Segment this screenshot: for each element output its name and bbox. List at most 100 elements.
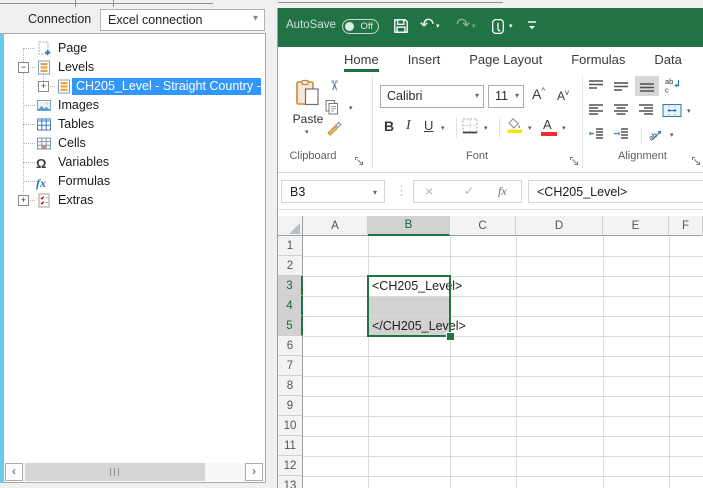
tree-item-levels[interactable]: − Levels — [0, 58, 261, 77]
select-all-corner[interactable] — [278, 216, 303, 236]
tab-page-layout[interactable]: Page Layout — [469, 52, 542, 72]
undo-menu-arrow[interactable]: ▾ — [436, 22, 440, 30]
orientation-button[interactable]: ab — [647, 126, 666, 148]
wrap-text-button[interactable]: ab c — [664, 77, 683, 99]
decrease-indent-button[interactable] — [587, 126, 605, 147]
font-size-value: 11 — [495, 89, 508, 103]
borders-button[interactable] — [462, 118, 479, 140]
font-color-button[interactable]: A — [541, 117, 557, 136]
clipboard-dialog-launcher[interactable] — [354, 153, 364, 165]
tree-item-extras[interactable]: + Extras — [0, 191, 261, 210]
column-header-b[interactable]: B — [368, 216, 450, 236]
cancel-button[interactable]: × — [425, 183, 433, 199]
tree-item-variables[interactable]: Ω Variables — [0, 153, 261, 172]
column-header-e[interactable]: E — [603, 216, 669, 236]
tab-data[interactable]: Data — [654, 52, 681, 72]
font-color-menu-arrow[interactable]: ▾ — [562, 124, 566, 132]
collapse-box[interactable]: − — [18, 62, 29, 73]
font-size-combo[interactable]: 11 ▾ — [488, 85, 524, 108]
fill-handle[interactable] — [446, 332, 455, 341]
font-name-combo[interactable]: Calibri ▾ — [380, 85, 484, 108]
expand-box[interactable]: + — [18, 195, 29, 206]
row-header-13[interactable]: 13 — [278, 476, 303, 488]
row-header-3[interactable]: 3 — [278, 276, 303, 296]
scrollbar-thumb[interactable] — [25, 463, 205, 481]
copy-menu-arrow[interactable]: ▾ — [349, 104, 353, 112]
customize-quick-access-button[interactable] — [526, 18, 538, 38]
formula-input[interactable]: <CH205_Level> — [528, 180, 703, 203]
expand-box[interactable]: + — [38, 81, 49, 92]
row-header-1[interactable]: 1 — [278, 236, 303, 256]
shrink-font-button[interactable]: Av — [557, 88, 569, 103]
format-painter-button[interactable] — [325, 118, 344, 142]
increase-indent-button[interactable] — [612, 126, 630, 147]
bold-button[interactable]: B — [384, 118, 394, 134]
name-box-arrow[interactable]: ▾ — [373, 188, 377, 197]
row-header-10[interactable]: 10 — [278, 416, 303, 436]
tree-horizontal-scrollbar[interactable]: ‹ › — [5, 463, 263, 481]
tree-item-formulas[interactable]: fx Formulas — [0, 172, 261, 191]
connection-dropdown[interactable]: Excel connection ▾ — [100, 9, 265, 31]
align-top-button[interactable] — [587, 78, 605, 99]
orientation-menu-arrow[interactable]: ▾ — [670, 131, 674, 139]
column-header-d[interactable]: D — [516, 216, 603, 236]
touch-mouse-mode-button[interactable] — [490, 18, 506, 40]
merge-center-menu-arrow[interactable]: ▾ — [687, 107, 691, 115]
autosave-toggle[interactable]: Off — [342, 19, 379, 34]
row-header-12[interactable]: 12 — [278, 456, 303, 476]
row-header-6[interactable]: 6 — [278, 336, 303, 356]
italic-button[interactable]: I — [406, 118, 411, 134]
save-button[interactable] — [392, 17, 410, 40]
fill-color-button[interactable] — [506, 117, 524, 140]
tree-item-cells[interactable]: Cells — [0, 134, 261, 153]
row-header-11[interactable]: 11 — [278, 436, 303, 456]
paste-menu-arrow[interactable]: ▾ — [305, 128, 309, 136]
align-left-button[interactable] — [587, 102, 605, 123]
row-header-9[interactable]: 9 — [278, 396, 303, 416]
name-box[interactable]: B3 ▾ — [281, 180, 385, 203]
merge-center-button[interactable] — [662, 103, 682, 123]
alignment-dialog-launcher[interactable] — [691, 153, 701, 165]
scroll-left-button[interactable]: ‹ — [5, 463, 23, 481]
align-middle-button[interactable] — [612, 78, 630, 99]
tree-item-tables[interactable]: Tables — [0, 115, 261, 134]
column-header-c[interactable]: C — [450, 216, 516, 236]
paste-button[interactable]: Paste ▾ — [289, 76, 327, 140]
tab-formulas[interactable]: Formulas — [571, 52, 625, 72]
tab-home[interactable]: Home — [344, 52, 379, 72]
tree-item-label: CH205_Level - Straight Country - Sale — [76, 79, 261, 93]
column-header-a[interactable]: A — [303, 216, 368, 236]
tree-item-images[interactable]: Images — [0, 96, 261, 115]
row-header-5[interactable]: 5 — [278, 316, 303, 336]
tree-item-ch205-level-straight-country-sale[interactable]: + CH205_Level - Straight Country - Sale — [0, 77, 261, 96]
column-header-f[interactable]: F — [669, 216, 703, 236]
align-center-button[interactable] — [612, 102, 630, 123]
touch-mode-menu-arrow[interactable]: ▾ — [509, 22, 513, 30]
formula-bar-drag-handle[interactable]: ⋮ — [395, 183, 408, 199]
tree-connector — [23, 124, 35, 125]
borders-menu-arrow[interactable]: ▾ — [484, 124, 488, 132]
underline-button[interactable]: U — [424, 118, 433, 133]
svg-text:c: c — [665, 86, 669, 95]
fill-color-menu-arrow[interactable]: ▾ — [528, 124, 532, 132]
wrap-text-icon: abc — [665, 77, 680, 95]
cut-button[interactable]: ✂ — [325, 80, 342, 92]
underline-menu-arrow[interactable]: ▾ — [441, 124, 445, 132]
grow-font-button[interactable]: A^ — [532, 86, 545, 102]
undo-button[interactable]: ↶ — [420, 16, 434, 33]
row-header-8[interactable]: 8 — [278, 376, 303, 396]
redo-menu-arrow[interactable]: ▾ — [472, 22, 476, 30]
gridline-horizontal — [303, 436, 703, 437]
row-header-4[interactable]: 4 — [278, 296, 303, 316]
redo-button[interactable]: ↷ — [456, 16, 470, 33]
tree-item-page[interactable]: Page — [0, 39, 261, 58]
row-header-2[interactable]: 2 — [278, 256, 303, 276]
font-dialog-launcher[interactable] — [569, 153, 579, 165]
row-header-7[interactable]: 7 — [278, 356, 303, 376]
enter-button[interactable]: ✓ — [464, 184, 474, 198]
insert-function-button[interactable]: fx — [498, 184, 507, 199]
scroll-right-button[interactable]: › — [245, 463, 263, 481]
align-bottom-button-active[interactable] — [635, 76, 659, 96]
align-right-button[interactable] — [637, 102, 655, 123]
tab-insert[interactable]: Insert — [408, 52, 441, 72]
